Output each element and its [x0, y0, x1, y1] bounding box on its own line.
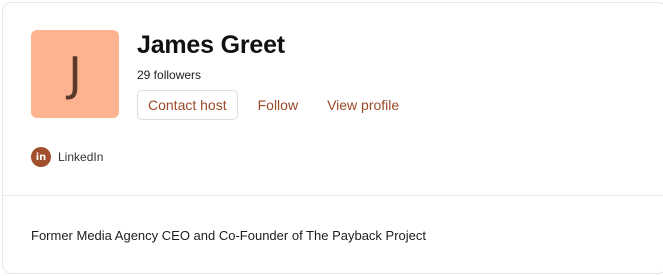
- followers-count: 29 followers: [137, 68, 202, 82]
- follow-button[interactable]: Follow: [258, 90, 298, 120]
- linkedin-link[interactable]: in LinkedIn: [31, 147, 103, 167]
- host-card: J James Greet 29 followers Contact host …: [2, 2, 663, 274]
- host-name: James Greet: [137, 31, 285, 59]
- linkedin-label: LinkedIn: [58, 150, 104, 164]
- host-actions: Contact host Follow View profile: [137, 90, 399, 120]
- contact-host-button[interactable]: Contact host: [137, 90, 238, 120]
- avatar: J: [31, 30, 119, 118]
- avatar-initial: J: [68, 47, 82, 101]
- host-bio: Former Media Agency CEO and Co-Founder o…: [31, 228, 427, 243]
- view-profile-link[interactable]: View profile: [327, 90, 399, 120]
- divider: [3, 195, 663, 196]
- linkedin-icon: in: [31, 147, 51, 167]
